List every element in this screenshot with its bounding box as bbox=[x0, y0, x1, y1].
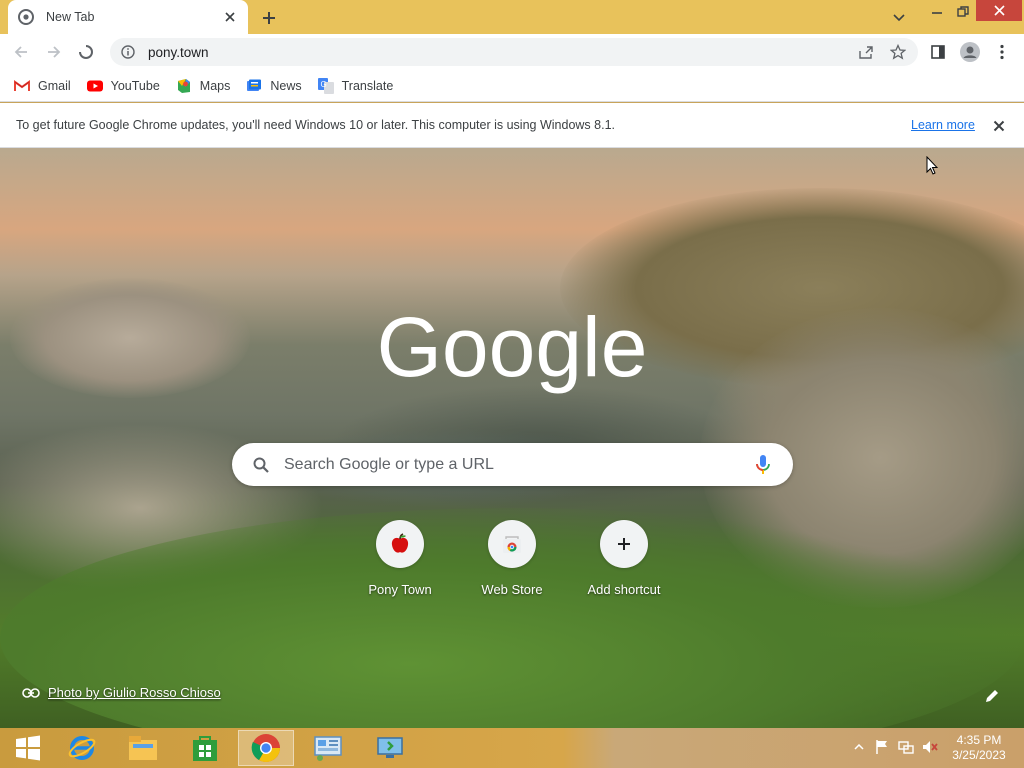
browser-toolbar: pony.town bbox=[0, 34, 1024, 70]
action-center-flag-icon[interactable] bbox=[873, 738, 891, 756]
bookmark-label: News bbox=[270, 78, 302, 93]
taskbar-chrome[interactable] bbox=[238, 730, 294, 766]
bookmark-gmail[interactable]: Gmail bbox=[14, 78, 71, 94]
voice-search-icon[interactable] bbox=[751, 453, 775, 477]
tab-close-icon[interactable] bbox=[222, 9, 238, 25]
web-store-icon bbox=[488, 520, 536, 568]
svg-text:Google: Google bbox=[377, 308, 648, 394]
search-icon bbox=[252, 456, 270, 474]
shortcut-label: Pony Town bbox=[368, 582, 432, 597]
loading-spinner-icon[interactable] bbox=[74, 40, 98, 64]
file-explorer-icon bbox=[129, 736, 157, 760]
window-close-button[interactable] bbox=[976, 0, 1022, 21]
volume-muted-icon[interactable] bbox=[921, 738, 939, 756]
tab-title: New Tab bbox=[46, 10, 95, 24]
chrome-favicon-icon bbox=[18, 9, 34, 25]
taskbar-file-explorer[interactable] bbox=[115, 730, 171, 766]
windows-taskbar: 4:35 PM 3/25/2023 bbox=[0, 728, 1024, 768]
link-icon bbox=[22, 686, 40, 700]
infobar-message: To get future Google Chrome updates, you… bbox=[16, 118, 615, 132]
bookmark-label: Translate bbox=[341, 78, 394, 93]
taskbar-store[interactable] bbox=[177, 730, 233, 766]
mouse-cursor-icon bbox=[926, 156, 938, 175]
show-hidden-icons-icon[interactable] bbox=[850, 738, 868, 756]
store-icon bbox=[193, 736, 217, 761]
side-panel-icon[interactable] bbox=[926, 40, 950, 64]
remote-desktop-icon bbox=[377, 737, 403, 758]
search-box[interactable] bbox=[232, 443, 793, 486]
chrome-menu-icon[interactable] bbox=[990, 40, 1014, 64]
site-info-icon[interactable] bbox=[120, 44, 136, 60]
infobar-close-icon[interactable] bbox=[990, 117, 1008, 135]
system-clock[interactable]: 4:35 PM 3/25/2023 bbox=[948, 733, 1010, 763]
apple-icon bbox=[376, 520, 424, 568]
photo-credit-text: Photo by Giulio Rosso Chioso bbox=[48, 685, 221, 700]
translate-icon: G bbox=[317, 77, 334, 94]
maps-icon bbox=[176, 78, 192, 94]
tab-search-icon[interactable] bbox=[888, 6, 910, 30]
profile-avatar-icon[interactable] bbox=[958, 40, 982, 64]
svg-text:G: G bbox=[320, 80, 326, 89]
new-tab-page: Google Pony Town Web Store Add shortcut … bbox=[0, 148, 1024, 728]
shortcut-web-store[interactable]: Web Store bbox=[462, 520, 562, 597]
address-bar[interactable]: pony.town bbox=[110, 38, 918, 66]
bookmark-label: YouTube bbox=[110, 78, 160, 93]
bookmark-maps[interactable]: Maps bbox=[176, 78, 231, 94]
shortcut-label: Add shortcut bbox=[587, 582, 661, 597]
gmail-icon bbox=[14, 78, 30, 94]
chrome-icon bbox=[251, 734, 280, 762]
new-tab-button[interactable] bbox=[258, 7, 280, 29]
plus-icon bbox=[600, 520, 648, 568]
network-icon[interactable] bbox=[897, 738, 915, 756]
bookmark-label: Gmail bbox=[38, 78, 71, 93]
customize-pencil-icon[interactable] bbox=[982, 686, 1002, 706]
clock-date: 3/25/2023 bbox=[952, 748, 1006, 762]
taskbar-internet-explorer[interactable] bbox=[54, 730, 110, 766]
news-icon bbox=[246, 78, 262, 94]
internet-explorer-icon bbox=[68, 736, 96, 760]
restore-button[interactable] bbox=[950, 0, 976, 24]
bookmark-star-icon[interactable] bbox=[888, 42, 908, 62]
bookmark-translate[interactable]: G Translate bbox=[317, 77, 394, 94]
tab-new-tab[interactable]: New Tab bbox=[8, 0, 248, 34]
photo-credit[interactable]: Photo by Giulio Rosso Chioso bbox=[22, 685, 221, 700]
clock-time: 4:35 PM bbox=[956, 733, 1002, 747]
update-infobar: To get future Google Chrome updates, you… bbox=[0, 103, 1024, 148]
start-icon bbox=[16, 735, 40, 761]
control-panel-icon bbox=[314, 736, 342, 761]
background-boulder bbox=[10, 278, 250, 398]
bookmark-label: Maps bbox=[199, 78, 231, 93]
back-button[interactable] bbox=[9, 40, 33, 64]
bookmark-youtube[interactable]: YouTube bbox=[86, 78, 160, 94]
title-bar: New Tab bbox=[0, 0, 1024, 34]
bookmarks-bar: Gmail YouTube Maps News G Translate bbox=[0, 70, 1024, 102]
google-logo: Google bbox=[377, 308, 648, 394]
bookmark-news[interactable]: News bbox=[246, 78, 302, 94]
learn-more-link[interactable]: Learn more bbox=[911, 118, 975, 132]
minimize-button[interactable] bbox=[924, 0, 950, 24]
forward-button[interactable] bbox=[42, 40, 66, 64]
taskbar-remote-desktop[interactable] bbox=[362, 730, 418, 766]
shortcut-add[interactable]: Add shortcut bbox=[574, 520, 674, 597]
share-icon[interactable] bbox=[856, 42, 876, 62]
shortcut-label: Web Store bbox=[481, 582, 543, 597]
taskbar-control-panel[interactable] bbox=[300, 730, 356, 766]
url-text: pony.town bbox=[148, 44, 209, 60]
youtube-icon bbox=[86, 78, 103, 94]
search-input[interactable] bbox=[284, 455, 751, 474]
start-button[interactable] bbox=[0, 730, 56, 766]
shortcut-pony-town[interactable]: Pony Town bbox=[350, 520, 450, 597]
